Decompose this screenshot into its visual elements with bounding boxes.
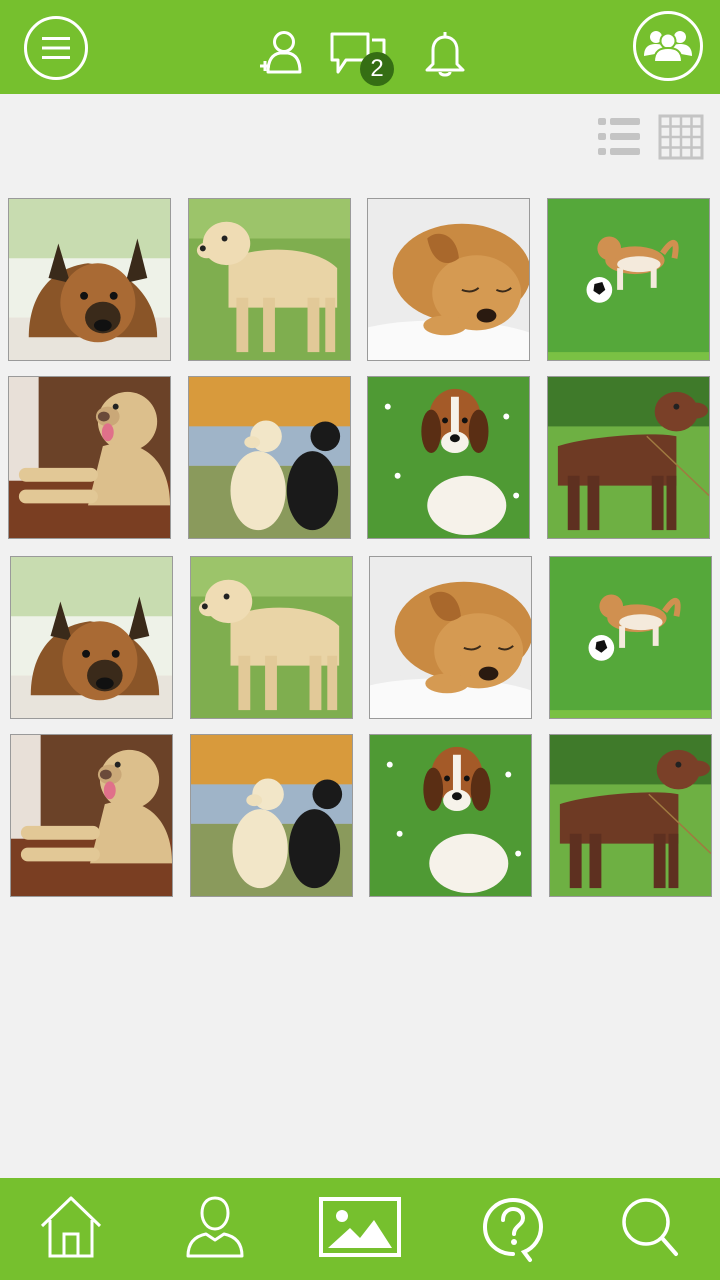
nav-search-button[interactable]: [618, 1194, 684, 1260]
messages-count-badge: 2: [360, 52, 394, 86]
help-icon: [482, 1197, 544, 1262]
add-user-icon: [260, 31, 302, 74]
gallery-icon: [319, 1197, 401, 1257]
photo-image: [370, 557, 531, 718]
photo-image: [11, 557, 172, 718]
photo-image: [370, 735, 531, 896]
photo-thumbnail-chocolate-labrador-standing[interactable]: [547, 376, 710, 539]
nav-home-button[interactable]: [38, 1194, 104, 1260]
photo-image: [9, 199, 170, 360]
list-view-icon: [598, 118, 640, 155]
groups-button[interactable]: [632, 10, 704, 82]
photo-thumbnail-yellow-and-black-labradors-sitting[interactable]: [190, 734, 353, 897]
bell-icon: [425, 32, 465, 77]
top-bar: 2: [0, 0, 720, 94]
group-users-icon: [633, 11, 703, 81]
photo-thumbnail-beagle-puppy-in-grass[interactable]: [369, 734, 532, 897]
grid-view-icon: [658, 114, 704, 160]
photo-thumbnail-puppy-with-soccer-ball[interactable]: [549, 556, 712, 719]
grid-view-button[interactable]: [658, 114, 704, 160]
nav-profile-button[interactable]: [182, 1194, 248, 1260]
photo-gallery-grid: [0, 196, 720, 906]
photo-image: [550, 557, 711, 718]
photo-image: [548, 377, 709, 538]
photo-image: [550, 735, 711, 896]
menu-button[interactable]: [23, 15, 89, 81]
profile-icon: [186, 1196, 244, 1258]
photo-image: [11, 735, 172, 896]
photo-image: [191, 557, 352, 718]
photo-image: [9, 377, 170, 538]
photo-thumbnail-puppy-with-soccer-ball[interactable]: [547, 198, 710, 361]
photo-image: [548, 199, 709, 360]
photo-image: [368, 199, 529, 360]
photo-thumbnail-labrador-leaning-on-desk[interactable]: [10, 734, 173, 897]
nav-gallery-button[interactable]: [318, 1196, 402, 1258]
photo-thumbnail-chocolate-labrador-standing[interactable]: [549, 734, 712, 897]
photo-thumbnail-golden-puppy-sleeping[interactable]: [367, 198, 530, 361]
notifications-button[interactable]: [420, 28, 470, 78]
home-icon: [40, 1196, 102, 1258]
nav-help-button[interactable]: [478, 1194, 548, 1264]
photo-thumbnail-golden-puppy-sleeping[interactable]: [369, 556, 532, 719]
photo-thumbnail-labrador-leaning-on-desk[interactable]: [8, 376, 171, 539]
photo-thumbnail-german-shepherd-lying[interactable]: [8, 198, 171, 361]
photo-thumbnail-yellow-labrador-standing[interactable]: [190, 556, 353, 719]
photo-thumbnail-yellow-labrador-standing[interactable]: [188, 198, 351, 361]
photo-image: [368, 377, 529, 538]
bottom-nav-bar: [0, 1178, 720, 1280]
list-view-button[interactable]: [596, 114, 642, 160]
photo-image: [191, 735, 352, 896]
hamburger-menu-icon: [24, 16, 88, 80]
photo-thumbnail-beagle-puppy-in-grass[interactable]: [367, 376, 530, 539]
add-friend-button[interactable]: [258, 28, 306, 76]
photo-image: [189, 377, 350, 538]
photo-image: [189, 199, 350, 360]
photo-thumbnail-yellow-and-black-labradors-sitting[interactable]: [188, 376, 351, 539]
photo-thumbnail-german-shepherd-lying[interactable]: [10, 556, 173, 719]
search-icon: [622, 1198, 678, 1256]
